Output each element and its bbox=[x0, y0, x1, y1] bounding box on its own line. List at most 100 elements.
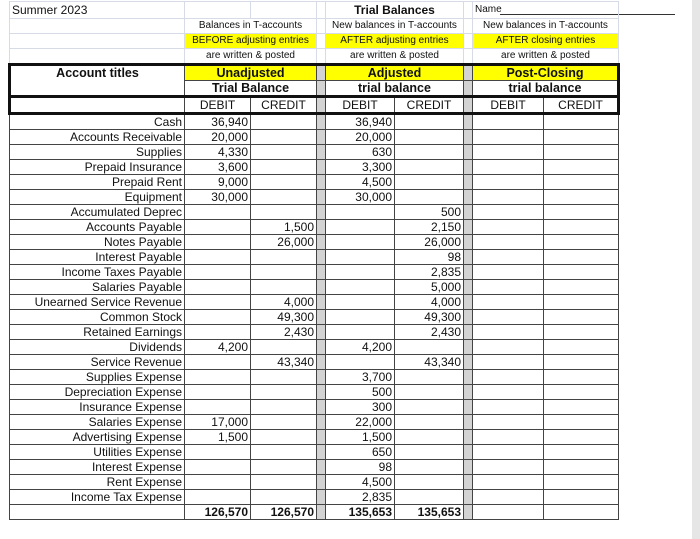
unadjusted-debit-cell[interactable]: 20,000 bbox=[184, 129, 251, 145]
unadjusted-credit-cell[interactable] bbox=[250, 339, 317, 355]
postclosing-debit-cell[interactable] bbox=[472, 144, 544, 160]
unadjusted-credit-cell[interactable] bbox=[250, 489, 317, 505]
postclosing-debit-cell[interactable] bbox=[472, 444, 544, 460]
adjusted-debit-cell[interactable] bbox=[325, 309, 395, 325]
unadjusted-debit-cell[interactable]: 9,000 bbox=[184, 174, 251, 190]
postclosing-debit-cell[interactable] bbox=[472, 474, 544, 490]
unadjusted-credit-cell[interactable] bbox=[250, 129, 317, 145]
unadjusted-credit-cell[interactable] bbox=[250, 459, 317, 475]
postclosing-debit-cell[interactable] bbox=[472, 354, 544, 370]
adjusted-credit-cell[interactable] bbox=[394, 444, 464, 460]
postclosing-credit-cell[interactable] bbox=[543, 384, 619, 400]
unadjusted-credit-cell[interactable] bbox=[250, 429, 317, 445]
unadjusted-debit-cell[interactable] bbox=[184, 234, 251, 250]
postclosing-debit-cell[interactable] bbox=[472, 369, 544, 385]
unadjusted-debit-cell[interactable]: 30,000 bbox=[184, 189, 251, 205]
adjusted-credit-cell[interactable]: 2,835 bbox=[394, 264, 464, 280]
adjusted-credit-cell[interactable] bbox=[394, 429, 464, 445]
account-title[interactable]: Unearned Service Revenue bbox=[9, 294, 185, 310]
postclosing-credit-cell[interactable] bbox=[543, 113, 619, 130]
postclosing-debit-cell[interactable] bbox=[472, 324, 544, 340]
adjusted-debit-cell[interactable]: 500 bbox=[325, 384, 395, 400]
postclosing-credit-cell[interactable] bbox=[543, 129, 619, 145]
adjusted-credit-cell[interactable] bbox=[394, 339, 464, 355]
unadjusted-credit-cell[interactable] bbox=[250, 159, 317, 175]
adjusted-debit-cell[interactable]: 3,300 bbox=[325, 159, 395, 175]
postclosing-credit-cell[interactable] bbox=[543, 354, 619, 370]
unadjusted-credit-cell[interactable] bbox=[250, 189, 317, 205]
unadjusted-debit-cell[interactable] bbox=[184, 294, 251, 310]
postclosing-debit-cell[interactable] bbox=[472, 294, 544, 310]
unadjusted-debit-cell[interactable]: 1,500 bbox=[184, 429, 251, 445]
adjusted-debit-cell[interactable] bbox=[325, 264, 395, 280]
adjusted-credit-cell[interactable] bbox=[394, 399, 464, 415]
postclosing-debit-cell[interactable] bbox=[472, 159, 544, 175]
unadjusted-credit-cell[interactable]: 2,430 bbox=[250, 324, 317, 340]
unadjusted-credit-cell[interactable] bbox=[250, 444, 317, 460]
adjusted-credit-cell[interactable] bbox=[394, 174, 464, 190]
unadjusted-debit-cell[interactable]: 36,940 bbox=[184, 113, 251, 130]
postclosing-debit-cell[interactable] bbox=[472, 113, 544, 130]
postclosing-credit-cell[interactable] bbox=[543, 174, 619, 190]
unadjusted-debit-cell[interactable] bbox=[184, 369, 251, 385]
unadjusted-debit-cell[interactable] bbox=[184, 219, 251, 235]
postclosing-debit-cell[interactable] bbox=[472, 489, 544, 505]
account-title[interactable]: Common Stock bbox=[9, 309, 185, 325]
postclosing-credit-cell[interactable] bbox=[543, 234, 619, 250]
unadjusted-debit-cell[interactable] bbox=[184, 459, 251, 475]
adjusted-debit-cell[interactable]: 4,500 bbox=[325, 174, 395, 190]
account-title[interactable]: Equipment bbox=[9, 189, 185, 205]
unadjusted-debit-cell[interactable] bbox=[184, 309, 251, 325]
postclosing-debit-cell[interactable] bbox=[472, 264, 544, 280]
postclosing-credit-cell[interactable] bbox=[543, 159, 619, 175]
adjusted-credit-cell[interactable] bbox=[394, 144, 464, 160]
account-title[interactable]: Notes Payable bbox=[9, 234, 185, 250]
account-title[interactable]: Cash bbox=[9, 113, 185, 130]
adjusted-debit-cell[interactable]: 4,200 bbox=[325, 339, 395, 355]
postclosing-credit-cell[interactable] bbox=[543, 309, 619, 325]
unadjusted-credit-cell[interactable] bbox=[250, 174, 317, 190]
adjusted-debit-cell[interactable]: 300 bbox=[325, 399, 395, 415]
unadjusted-credit-cell[interactable] bbox=[250, 279, 317, 295]
postclosing-credit-cell[interactable] bbox=[543, 189, 619, 205]
unadjusted-debit-cell[interactable] bbox=[184, 444, 251, 460]
adjusted-debit-cell[interactable]: 20,000 bbox=[325, 129, 395, 145]
unadjusted-debit-cell[interactable] bbox=[184, 204, 251, 220]
adjusted-credit-cell[interactable] bbox=[394, 474, 464, 490]
adjusted-debit-cell[interactable] bbox=[325, 219, 395, 235]
adjusted-credit-cell[interactable]: 4,000 bbox=[394, 294, 464, 310]
adjusted-credit-cell[interactable] bbox=[394, 369, 464, 385]
adjusted-debit-cell[interactable]: 4,500 bbox=[325, 474, 395, 490]
unadjusted-credit-cell[interactable] bbox=[250, 399, 317, 415]
account-title[interactable]: Salaries Expense bbox=[9, 414, 185, 430]
account-title[interactable]: Prepaid Rent bbox=[9, 174, 185, 190]
total-unadjusted-debit-cell[interactable]: 126,570 bbox=[184, 504, 251, 520]
account-title[interactable]: Depreciation Expense bbox=[9, 384, 185, 400]
account-title[interactable] bbox=[9, 504, 185, 520]
unadjusted-credit-cell[interactable] bbox=[250, 264, 317, 280]
unadjusted-debit-cell[interactable]: 3,600 bbox=[184, 159, 251, 175]
scrollbar[interactable] bbox=[692, 0, 700, 539]
postclosing-debit-cell[interactable] bbox=[472, 204, 544, 220]
unadjusted-debit-cell[interactable] bbox=[184, 249, 251, 265]
postclosing-credit-cell[interactable] bbox=[543, 144, 619, 160]
unadjusted-debit-cell[interactable] bbox=[184, 489, 251, 505]
account-title[interactable]: Retained Earnings bbox=[9, 324, 185, 340]
postclosing-credit-cell[interactable] bbox=[543, 219, 619, 235]
account-title[interactable]: Income Tax Expense bbox=[9, 489, 185, 505]
postclosing-debit-cell[interactable] bbox=[472, 339, 544, 355]
postclosing-debit-cell[interactable] bbox=[472, 249, 544, 265]
postclosing-credit-cell[interactable] bbox=[543, 339, 619, 355]
account-title[interactable]: Dividends bbox=[9, 339, 185, 355]
adjusted-debit-cell[interactable]: 30,000 bbox=[325, 189, 395, 205]
account-title[interactable]: Supplies bbox=[9, 144, 185, 160]
adjusted-debit-cell[interactable] bbox=[325, 279, 395, 295]
adjusted-debit-cell[interactable] bbox=[325, 324, 395, 340]
account-title[interactable]: Interest Payable bbox=[9, 249, 185, 265]
unadjusted-credit-cell[interactable]: 1,500 bbox=[250, 219, 317, 235]
account-title[interactable]: Salaries Payable bbox=[9, 279, 185, 295]
adjusted-credit-cell[interactable] bbox=[394, 489, 464, 505]
total-postclosing-debit-cell[interactable] bbox=[472, 504, 544, 520]
postclosing-credit-cell[interactable] bbox=[543, 324, 619, 340]
postclosing-debit-cell[interactable] bbox=[472, 174, 544, 190]
